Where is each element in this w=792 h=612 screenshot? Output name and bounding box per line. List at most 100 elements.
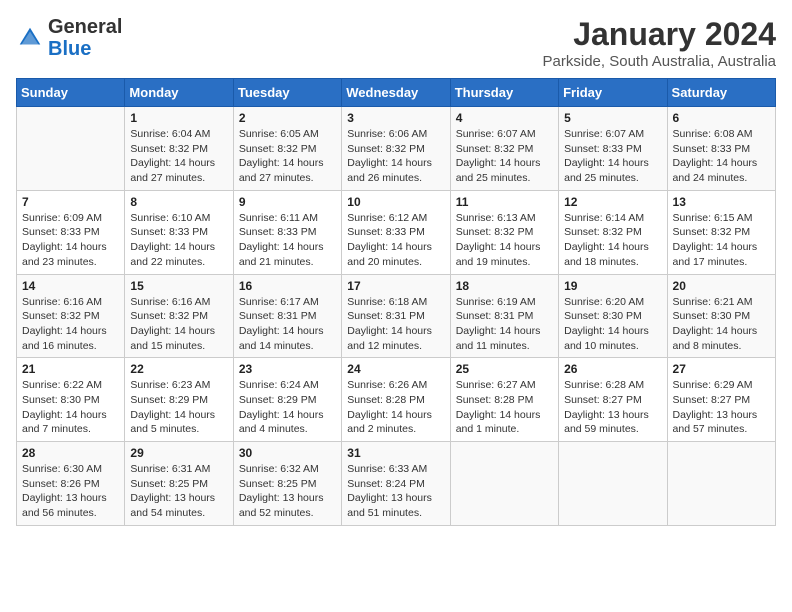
weekday-header-sunday: Sunday [17,79,125,107]
calendar-cell: 1 Sunrise: 6:04 AM Sunset: 8:32 PM Daylig… [125,107,233,191]
calendar-cell: 9Sunrise: 6:11 AM Sunset: 8:33 PM Daylig… [233,190,341,274]
day-info: Sunrise: 6:18 AM Sunset: 8:31 PM Dayligh… [347,295,444,354]
day-number: 20 [673,279,770,293]
day-info: Sunrise: 6:32 AM Sunset: 8:25 PM Dayligh… [239,462,336,521]
calendar-week-row: 14Sunrise: 6:16 AM Sunset: 8:32 PM Dayli… [17,274,776,358]
calendar-cell: 22Sunrise: 6:23 AM Sunset: 8:29 PM Dayli… [125,358,233,442]
day-info: Sunrise: 6:21 AM Sunset: 8:30 PM Dayligh… [673,295,770,354]
calendar-cell: 10 Sunrise: 6:12 AM Sunset: 8:33 PM Dayli… [342,190,450,274]
calendar-cell: 16 Sunrise: 6:17 AM Sunset: 8:31 PM Dayli… [233,274,341,358]
calendar-cell: 31 Sunrise: 6:33 AM Sunset: 8:24 PM Dayli… [342,442,450,526]
day-number: 16 [239,279,336,293]
day-info: Sunrise: 6:10 AM Sunset: 8:33 PM Dayligh… [130,211,227,270]
calendar-cell: 17 Sunrise: 6:18 AM Sunset: 8:31 PM Dayli… [342,274,450,358]
logo-blue: Blue [48,38,91,60]
page-header: General Blue January 2024 Parkside, Sout… [16,16,776,70]
day-info: Sunrise: 6:12 AM Sunset: 8:33 PM Dayligh… [347,211,444,270]
day-info: Sunrise: 6:16 AM Sunset: 8:32 PM Dayligh… [22,295,119,354]
weekday-header-row: SundayMondayTuesdayWednesdayThursdayFrid… [17,79,776,107]
day-number: 1 [130,111,227,125]
day-number: 24 [347,362,444,376]
calendar-cell: 12 Sunrise: 6:14 AM Sunset: 8:32 PM Dayli… [559,190,667,274]
calendar-cell: 6Sunrise: 6:08 AM Sunset: 8:33 PM Daylig… [667,107,775,191]
day-number: 8 [130,195,227,209]
logo-text: General Blue [48,16,122,60]
day-number: 3 [347,111,444,125]
day-info: Sunrise: 6:24 AM Sunset: 8:29 PM Dayligh… [239,378,336,437]
day-number: 23 [239,362,336,376]
day-number: 25 [456,362,553,376]
calendar-cell: 14Sunrise: 6:16 AM Sunset: 8:32 PM Dayli… [17,274,125,358]
logo-general: General [48,16,122,38]
calendar-cell: 25 Sunrise: 6:27 AM Sunset: 8:28 PM Dayli… [450,358,558,442]
calendar-cell: 28Sunrise: 6:30 AM Sunset: 8:26 PM Dayli… [17,442,125,526]
day-number: 26 [564,362,661,376]
day-info: Sunrise: 6:17 AM Sunset: 8:31 PM Dayligh… [239,295,336,354]
calendar-cell: 11 Sunrise: 6:13 AM Sunset: 8:32 PM Dayli… [450,190,558,274]
day-info: Sunrise: 6:14 AM Sunset: 8:32 PM Dayligh… [564,211,661,270]
calendar-week-row: 7 Sunrise: 6:09 AM Sunset: 8:33 PM Daylig… [17,190,776,274]
weekday-header-tuesday: Tuesday [233,79,341,107]
day-info: Sunrise: 6:07 AM Sunset: 8:33 PM Dayligh… [564,127,661,186]
calendar-cell: 13 Sunrise: 6:15 AM Sunset: 8:32 PM Dayli… [667,190,775,274]
calendar-cell [450,442,558,526]
day-info: Sunrise: 6:15 AM Sunset: 8:32 PM Dayligh… [673,211,770,270]
day-info: Sunrise: 6:09 AM Sunset: 8:33 PM Dayligh… [22,211,119,270]
day-number: 18 [456,279,553,293]
day-number: 12 [564,195,661,209]
calendar-week-row: 28Sunrise: 6:30 AM Sunset: 8:26 PM Dayli… [17,442,776,526]
day-number: 9 [239,195,336,209]
day-number: 21 [22,362,119,376]
day-info: Sunrise: 6:07 AM Sunset: 8:32 PM Dayligh… [456,127,553,186]
weekday-header-saturday: Saturday [667,79,775,107]
day-number: 4 [456,111,553,125]
day-info: Sunrise: 6:20 AM Sunset: 8:30 PM Dayligh… [564,295,661,354]
day-number: 27 [673,362,770,376]
day-info: Sunrise: 6:28 AM Sunset: 8:27 PM Dayligh… [564,378,661,437]
calendar-cell [17,107,125,191]
day-number: 7 [22,195,119,209]
logo: General Blue [16,16,122,60]
day-number: 10 [347,195,444,209]
day-info: Sunrise: 6:29 AM Sunset: 8:27 PM Dayligh… [673,378,770,437]
title-block: January 2024 Parkside, South Australia, … [543,16,776,70]
day-info: Sunrise: 6:27 AM Sunset: 8:28 PM Dayligh… [456,378,553,437]
day-info: Sunrise: 6:33 AM Sunset: 8:24 PM Dayligh… [347,462,444,521]
day-info: Sunrise: 6:30 AM Sunset: 8:26 PM Dayligh… [22,462,119,521]
calendar-table: SundayMondayTuesdayWednesdayThursdayFrid… [16,78,776,526]
calendar-cell: 4 Sunrise: 6:07 AM Sunset: 8:32 PM Daylig… [450,107,558,191]
calendar-cell: 30Sunrise: 6:32 AM Sunset: 8:25 PM Dayli… [233,442,341,526]
day-info: Sunrise: 6:22 AM Sunset: 8:30 PM Dayligh… [22,378,119,437]
calendar-cell: 19Sunrise: 6:20 AM Sunset: 8:30 PM Dayli… [559,274,667,358]
day-number: 6 [673,111,770,125]
calendar-cell [559,442,667,526]
weekday-header-friday: Friday [559,79,667,107]
day-info: Sunrise: 6:04 AM Sunset: 8:32 PM Dayligh… [130,127,227,186]
calendar-subtitle: Parkside, South Australia, Australia [543,53,776,70]
day-info: Sunrise: 6:31 AM Sunset: 8:25 PM Dayligh… [130,462,227,521]
weekday-header-monday: Monday [125,79,233,107]
day-info: Sunrise: 6:19 AM Sunset: 8:31 PM Dayligh… [456,295,553,354]
calendar-cell: 8 Sunrise: 6:10 AM Sunset: 8:33 PM Daylig… [125,190,233,274]
day-number: 17 [347,279,444,293]
calendar-cell: 26 Sunrise: 6:28 AM Sunset: 8:27 PM Dayli… [559,358,667,442]
calendar-cell: 15 Sunrise: 6:16 AM Sunset: 8:32 PM Dayli… [125,274,233,358]
calendar-cell: 18 Sunrise: 6:19 AM Sunset: 8:31 PM Dayli… [450,274,558,358]
calendar-cell: 21 Sunrise: 6:22 AM Sunset: 8:30 PM Dayli… [17,358,125,442]
calendar-week-row: 21 Sunrise: 6:22 AM Sunset: 8:30 PM Dayli… [17,358,776,442]
calendar-cell: 3Sunrise: 6:06 AM Sunset: 8:32 PM Daylig… [342,107,450,191]
day-number: 29 [130,446,227,460]
calendar-cell: 23 Sunrise: 6:24 AM Sunset: 8:29 PM Dayli… [233,358,341,442]
calendar-title: January 2024 [543,16,776,53]
day-info: Sunrise: 6:16 AM Sunset: 8:32 PM Dayligh… [130,295,227,354]
calendar-cell: 7 Sunrise: 6:09 AM Sunset: 8:33 PM Daylig… [17,190,125,274]
day-number: 31 [347,446,444,460]
day-number: 13 [673,195,770,209]
day-number: 11 [456,195,553,209]
day-number: 5 [564,111,661,125]
day-info: Sunrise: 6:13 AM Sunset: 8:32 PM Dayligh… [456,211,553,270]
calendar-cell: 27 Sunrise: 6:29 AM Sunset: 8:27 PM Dayli… [667,358,775,442]
calendar-cell: 24Sunrise: 6:26 AM Sunset: 8:28 PM Dayli… [342,358,450,442]
day-number: 15 [130,279,227,293]
weekday-header-wednesday: Wednesday [342,79,450,107]
